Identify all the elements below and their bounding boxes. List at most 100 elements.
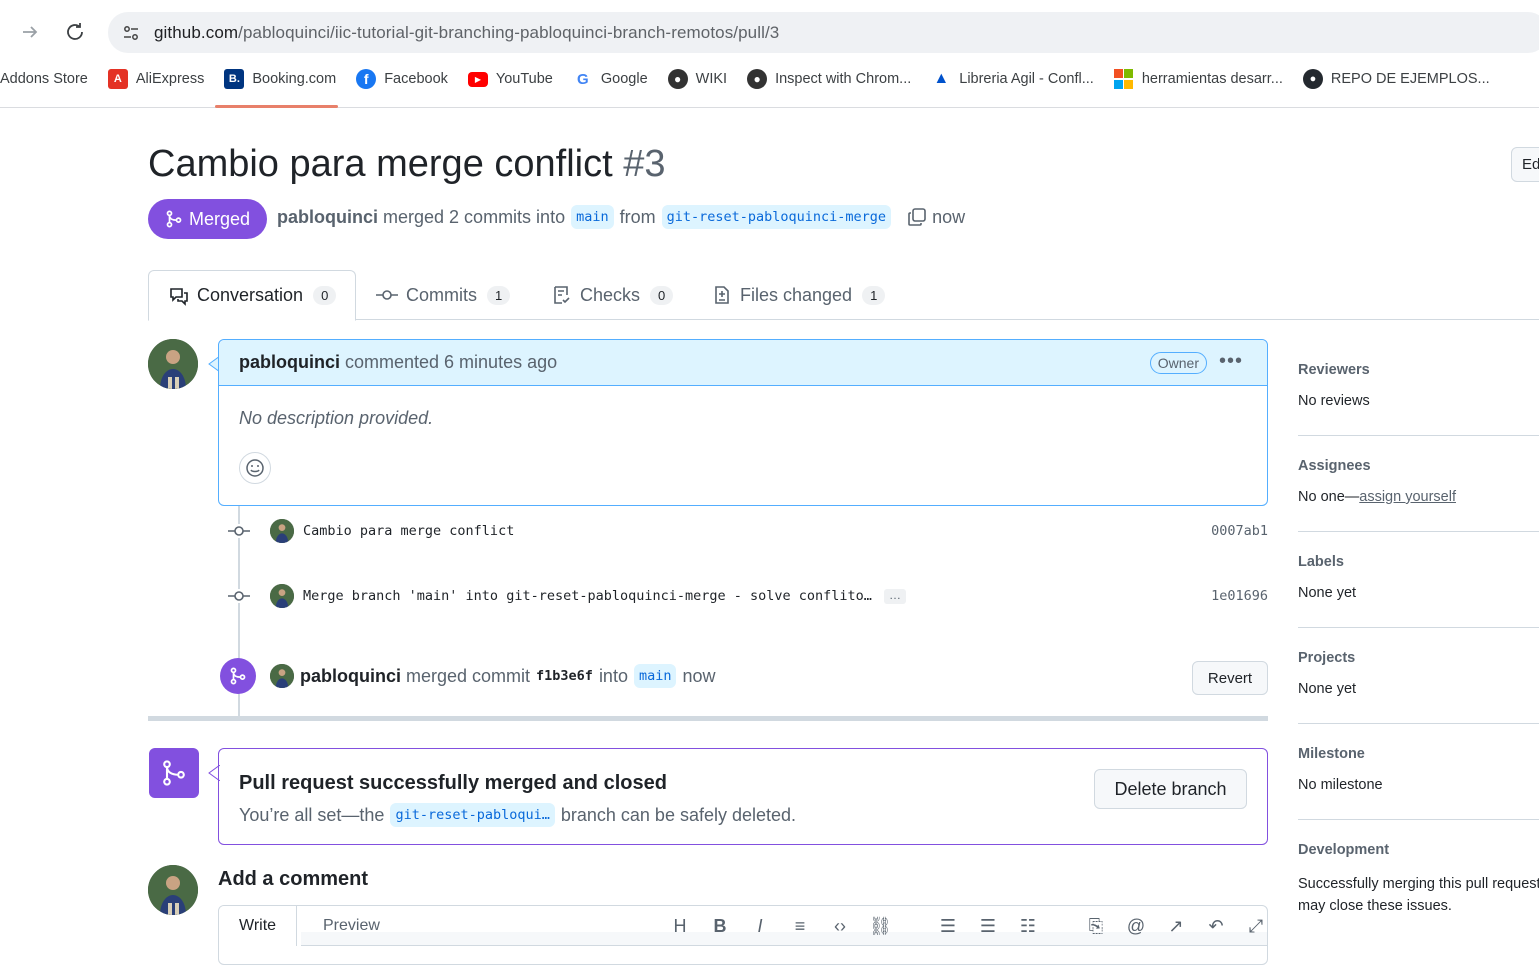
merge-target-branch[interactable]: main — [633, 664, 677, 688]
globe-icon: ● — [667, 69, 688, 89]
sidebar-assignees: Assignees No one—assign yourself — [1298, 436, 1539, 532]
edit-title-button[interactable]: Ed — [1511, 147, 1539, 182]
forward-button[interactable] — [13, 15, 47, 49]
avatar[interactable] — [148, 339, 198, 389]
pr-tabs: Conversation 0 Commits 1 Checks 0 Files cha… — [148, 270, 1539, 321]
google-icon: G — [572, 69, 593, 89]
kebab-menu-icon[interactable]: ••• — [1219, 350, 1243, 373]
comment-header: pabloquinci commented 6 minutes ago Owne… — [219, 340, 1267, 386]
milestone-heading[interactable]: Milestone — [1298, 746, 1539, 762]
labels-heading[interactable]: Labels — [1298, 554, 1539, 570]
file-diff-icon — [715, 286, 729, 304]
projects-heading[interactable]: Projects — [1298, 650, 1539, 666]
fullscreen-icon[interactable]: ⤢ — [1245, 916, 1267, 937]
attach-icon[interactable]: ⎘ — [1085, 916, 1107, 937]
deletable-branch[interactable]: git-reset-pabloqui… — [390, 803, 555, 827]
delete-branch-button[interactable]: Delete branch — [1094, 769, 1247, 809]
github-icon: ● — [1302, 69, 1323, 89]
git-merge-icon — [220, 658, 256, 694]
git-commit-icon — [228, 589, 250, 603]
base-branch[interactable]: main — [571, 205, 614, 229]
bold-icon[interactable]: B — [709, 916, 731, 937]
bookmark-aliexpress[interactable]: A AliExpress — [107, 69, 204, 89]
add-comment-heading: Add a comment — [218, 868, 369, 890]
comment-author[interactable]: pabloquinci — [239, 352, 340, 373]
git-merge-icon — [149, 748, 199, 798]
assign-yourself-link[interactable]: assign yourself — [1359, 489, 1456, 505]
heading-icon[interactable]: H — [669, 916, 691, 937]
commit-message-link[interactable]: Cambio para merge conflict — [303, 523, 514, 539]
bookmark-inspect[interactable]: ● Inspect with Chrom... — [747, 69, 911, 89]
reload-button[interactable] — [58, 15, 92, 49]
avatar[interactable] — [270, 584, 294, 608]
address-bar[interactable]: github.com/pabloquinci/iic-tutorial-git-… — [108, 12, 1539, 53]
assignees-heading[interactable]: Assignees — [1298, 458, 1539, 474]
italic-icon[interactable]: I — [749, 916, 771, 937]
site-settings-icon[interactable] — [120, 22, 142, 44]
bookmark-addons-store[interactable]: Addons Store — [0, 71, 88, 87]
comment-editor: Write Preview H B I ≡ ‹› ⛓ ☰ ☰ ☷ ⎘ @ ↗ ↶… — [218, 905, 1268, 965]
task-list-icon[interactable]: ☷ — [1017, 916, 1039, 937]
avatar[interactable] — [148, 865, 198, 915]
status-badge: Merged — [148, 199, 267, 239]
tab-files-changed[interactable]: Files changed 1 — [712, 270, 886, 320]
revert-button[interactable]: Revert — [1192, 661, 1268, 695]
bookmark-libreria-agil[interactable]: ▲ Libreria Agil - Confl... — [931, 69, 1094, 89]
globe-icon: ● — [747, 69, 768, 89]
atlassian-icon: ▲ — [931, 69, 952, 89]
avatar[interactable] — [270, 664, 294, 688]
code-icon[interactable]: ‹› — [829, 916, 851, 937]
tab-write[interactable]: Write — [219, 906, 298, 946]
numbered-list-icon[interactable]: ☰ — [937, 916, 959, 937]
bookmark-google[interactable]: G Google — [572, 69, 648, 89]
reviewers-heading[interactable]: Reviewers — [1298, 362, 1539, 378]
head-branch[interactable]: git-reset-pabloquinci-merge — [661, 205, 892, 229]
bookmark-booking[interactable]: B. Booking.com — [224, 69, 336, 89]
merged-status-box: Pull request successfully merged and clo… — [218, 748, 1268, 845]
tab-conversation[interactable]: Conversation 0 — [148, 270, 356, 321]
commit-message-link[interactable]: Merge branch 'main' into git-reset-pablo… — [303, 588, 872, 604]
commit-sha-link[interactable]: 1e01696 — [1211, 588, 1268, 604]
bookmarks-bar: Addons Store A AliExpress B. Booking.com f… — [0, 66, 1510, 92]
comment-discussion-icon — [170, 287, 188, 306]
reference-icon[interactable]: ↗ — [1165, 916, 1187, 937]
development-heading[interactable]: Development — [1298, 842, 1539, 858]
merge-author-link[interactable]: pabloquinci — [300, 666, 401, 687]
merged-heading: Pull request successfully merged and clo… — [239, 772, 667, 794]
commit-row: Cambio para merge conflict 0007ab1 — [228, 516, 1268, 546]
comment-box: pabloquinci commented 6 minutes ago Owne… — [218, 339, 1268, 506]
git-merge-icon — [166, 210, 182, 228]
bookmark-facebook[interactable]: f Facebook — [356, 69, 448, 89]
bookmark-youtube[interactable]: ▶ YouTube — [467, 71, 553, 87]
merge-commit-sha[interactable]: f1b3e6f — [536, 668, 593, 684]
tab-preview[interactable]: Preview — [303, 906, 400, 946]
facebook-icon: f — [356, 69, 377, 89]
undo-icon[interactable]: ↶ — [1205, 916, 1227, 937]
bookmark-herramientas[interactable]: herramientas desarr... — [1113, 69, 1283, 89]
comment-body: No description provided. — [239, 408, 434, 428]
bulleted-list-icon[interactable]: ☰ — [977, 916, 999, 937]
add-reaction-button[interactable] — [239, 452, 271, 484]
tab-checks[interactable]: Checks 0 — [552, 270, 674, 320]
commit-row: Merge branch 'main' into git-reset-pablo… — [228, 581, 1268, 611]
quote-icon[interactable]: ≡ — [789, 916, 811, 937]
tab-commits[interactable]: Commits 1 — [376, 270, 511, 320]
copy-icon[interactable] — [907, 207, 927, 227]
author-link[interactable]: pabloquinci — [277, 207, 378, 228]
link-icon[interactable]: ⛓ — [869, 916, 892, 937]
smiley-icon — [246, 459, 264, 477]
sidebar-reviewers: Reviewers No reviews — [1298, 340, 1539, 436]
merged-subtext: You’re all set—the git-reset-pabloqui… b… — [239, 803, 796, 827]
owner-badge: Owner — [1149, 352, 1207, 374]
bookmark-repo-ejemplos[interactable]: ● REPO DE EJEMPLOS... — [1302, 69, 1490, 89]
commit-sha-link[interactable]: 0007ab1 — [1211, 523, 1268, 539]
checklist-icon — [554, 286, 570, 304]
avatar[interactable] — [270, 519, 294, 543]
arrow-right-icon — [23, 26, 38, 38]
browser-chrome: github.com/pabloquinci/iic-tutorial-git-… — [0, 0, 1539, 108]
expand-commit-button[interactable]: … — [883, 588, 906, 604]
bookmark-wiki[interactable]: ● WIKI — [667, 69, 727, 89]
reload-icon — [67, 23, 83, 40]
page-title: Cambio para merge conflict #3 — [148, 143, 666, 185]
mention-icon[interactable]: @ — [1125, 916, 1147, 937]
